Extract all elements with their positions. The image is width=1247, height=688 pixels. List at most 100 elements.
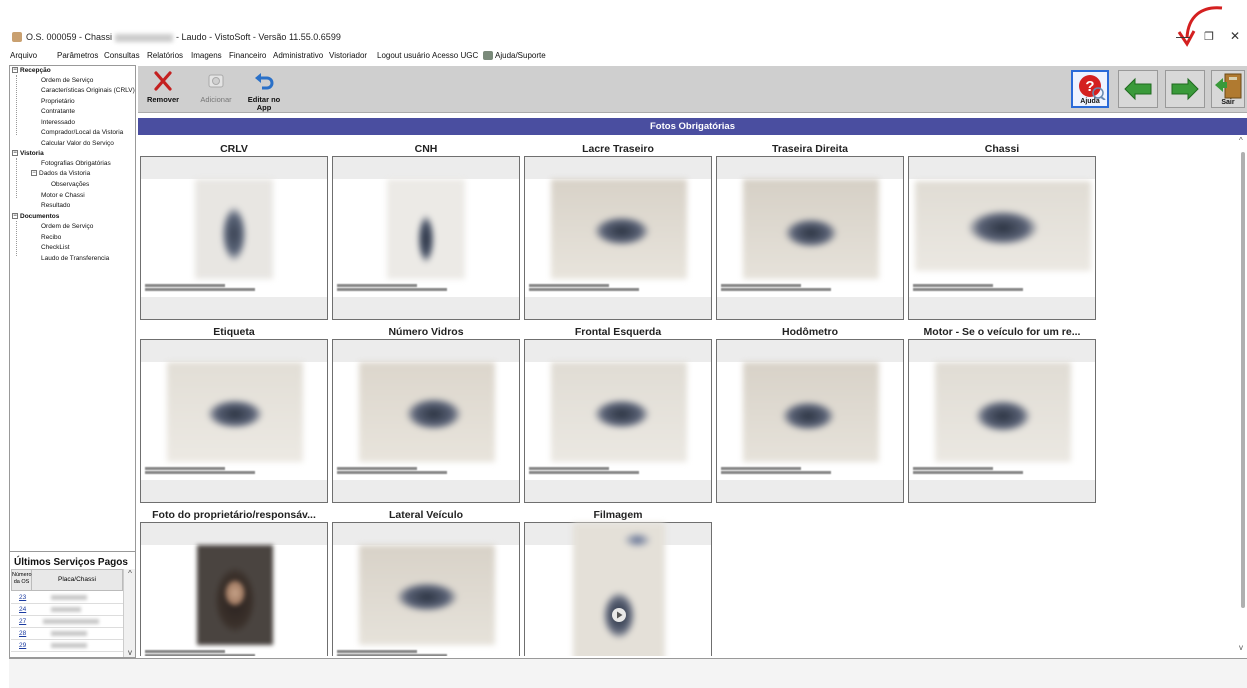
- col-os-number[interactable]: Número da OS: [12, 570, 32, 590]
- tree-item[interactable]: Fotografias Obrigatórias: [41, 160, 111, 167]
- scroll-down-icon[interactable]: v: [124, 648, 136, 657]
- tree-item-dados-vistoria[interactable]: − Dados da Vistoria: [31, 170, 90, 177]
- plate-redacted: [51, 595, 87, 600]
- photo-card-etiqueta[interactable]: [140, 339, 328, 503]
- scroll-up-icon[interactable]: ^: [1239, 136, 1243, 145]
- scroll-up-icon[interactable]: ^: [124, 569, 136, 578]
- remove-button[interactable]: Remover: [146, 70, 180, 110]
- exit-button[interactable]: Sair: [1211, 70, 1245, 108]
- photo-thumbnail: [197, 545, 273, 645]
- tree-item[interactable]: Laudo de Transferencia: [41, 255, 109, 262]
- photo-card-proprietario[interactable]: [140, 522, 328, 656]
- tree-vistoria[interactable]: − Vistoria: [12, 150, 44, 157]
- collapse-icon[interactable]: −: [12, 213, 18, 220]
- photo-thumbnail: [387, 179, 465, 279]
- tree-item[interactable]: Recibo: [41, 234, 61, 241]
- menu-financeiro[interactable]: Financeiro: [229, 51, 266, 60]
- paid-services-header: Número da OS Placa/Chassi: [11, 569, 123, 591]
- tree-item[interactable]: Proprietário: [41, 98, 75, 105]
- photo-card-motor[interactable]: [908, 339, 1096, 503]
- collapse-icon[interactable]: −: [12, 67, 18, 74]
- menu-administrativo[interactable]: Administrativo: [273, 51, 323, 60]
- gallery-scrollbar[interactable]: ^ v: [1239, 136, 1247, 656]
- photo-card-filmagem[interactable]: [524, 522, 712, 656]
- photo-card-numero-vidros[interactable]: [332, 339, 520, 503]
- title-bar: O.S. 000059 - Chassi - Laudo - VistoSoft …: [0, 0, 1247, 48]
- menu-vistoriador[interactable]: Vistoriador: [329, 51, 367, 60]
- tree-item[interactable]: Interessado: [41, 119, 75, 126]
- photo-card-lacre-traseiro[interactable]: [524, 156, 712, 320]
- next-button[interactable]: [1165, 70, 1205, 108]
- col-plate[interactable]: Placa/Chassi: [32, 576, 122, 583]
- photo-title: Filmagem: [593, 509, 643, 521]
- os-link[interactable]: 27: [19, 618, 26, 625]
- play-icon[interactable]: [611, 607, 627, 623]
- tree-documentos[interactable]: − Documentos: [12, 213, 59, 220]
- os-link[interactable]: 28: [19, 630, 26, 637]
- plate-redacted: [51, 643, 87, 648]
- scroll-thumb[interactable]: [1241, 152, 1245, 608]
- video-thumbnail: [573, 523, 665, 656]
- tree-item[interactable]: Resultado: [41, 202, 70, 209]
- photo-title: Número Vidros: [388, 326, 464, 338]
- table-row: 27: [11, 616, 123, 628]
- menu-consultas[interactable]: Consultas: [104, 51, 140, 60]
- photo-thumbnail: [359, 362, 495, 462]
- paid-services-scrollbar[interactable]: ^ v: [123, 569, 135, 657]
- photo-stamp: [337, 466, 447, 475]
- toolbar: Remover Adicionar Editar no App ? Ajuda: [138, 66, 1247, 113]
- menu-ajuda-label: Ajuda/Suporte: [495, 51, 546, 60]
- menu-arquivo[interactable]: Arquivo: [10, 51, 37, 60]
- os-link[interactable]: 23: [19, 594, 26, 601]
- plate-redacted: [51, 607, 81, 612]
- menu-parametros[interactable]: Parâmetros: [57, 51, 98, 60]
- photo-title: Motor - Se o veículo for um re...: [923, 326, 1081, 338]
- restore-button[interactable]: ❐: [1199, 30, 1219, 43]
- photo-stamp: [145, 649, 255, 656]
- tree-item[interactable]: Ordem de Serviço: [41, 77, 93, 84]
- photo-card-lateral-veiculo[interactable]: [332, 522, 520, 656]
- window-title-suffix: - Laudo - VistoSoft - Versão 11.55.0.659…: [176, 32, 341, 42]
- app-icon: [12, 32, 22, 42]
- photo-card-crlv[interactable]: [140, 156, 328, 320]
- scroll-down-icon[interactable]: v: [1239, 643, 1243, 652]
- photo-title: Etiqueta: [213, 326, 255, 338]
- edit-in-app-button[interactable]: Editar no App: [246, 70, 282, 112]
- menu-bar: Arquivo Parâmetros Consultas Relatórios …: [0, 48, 1247, 64]
- photo-title: Lateral Veículo: [388, 509, 464, 521]
- photo-thumbnail: [167, 362, 303, 462]
- arrow-right-icon: [1171, 77, 1199, 101]
- section-header: Fotos Obrigatórias: [138, 118, 1247, 135]
- tree-item[interactable]: Ordem de Serviço: [41, 223, 93, 230]
- photo-card-traseira-direita[interactable]: [716, 156, 904, 320]
- os-link[interactable]: 24: [19, 606, 26, 613]
- tree-item[interactable]: Calcular Valor do Serviço: [41, 140, 114, 147]
- photo-card-chassi[interactable]: [908, 156, 1096, 320]
- menu-ajuda-suporte[interactable]: Ajuda/Suporte: [483, 51, 546, 61]
- tree-item[interactable]: CheckList: [41, 244, 70, 251]
- photo-card-frontal-esquerda[interactable]: [524, 339, 712, 503]
- help-button[interactable]: ? Ajuda: [1071, 70, 1109, 108]
- tree-item[interactable]: Contratante: [41, 108, 75, 115]
- photo-card-cnh[interactable]: [332, 156, 520, 320]
- menu-relatorios[interactable]: Relatórios: [147, 51, 183, 60]
- menu-imagens[interactable]: Imagens: [191, 51, 222, 60]
- help-icon: ?: [1079, 75, 1106, 100]
- photo-stamp: [529, 466, 639, 475]
- minimize-button[interactable]: —: [1173, 28, 1193, 44]
- photo-card-hodometro[interactable]: [716, 339, 904, 503]
- tree-item[interactable]: Comprador/Local da Vistoria: [41, 129, 123, 136]
- previous-button[interactable]: [1118, 70, 1158, 108]
- tree-item[interactable]: Observações: [51, 181, 89, 188]
- close-button[interactable]: ✕: [1225, 29, 1245, 43]
- tree-item[interactable]: Características Originais (CRLV): [41, 87, 135, 94]
- tree-recepcao[interactable]: − Recepção: [12, 67, 51, 74]
- menu-logout[interactable]: Logout usuário: [377, 51, 430, 60]
- tree-item[interactable]: Motor e Chassi: [41, 192, 85, 199]
- add-button[interactable]: Adicionar: [196, 70, 236, 110]
- paid-services-title: Últimos Serviços Pagos: [14, 557, 128, 568]
- os-link[interactable]: 29: [19, 642, 26, 649]
- collapse-icon[interactable]: −: [31, 170, 37, 177]
- collapse-icon[interactable]: −: [12, 150, 18, 157]
- menu-acesso-ugc[interactable]: Acesso UGC: [432, 51, 478, 60]
